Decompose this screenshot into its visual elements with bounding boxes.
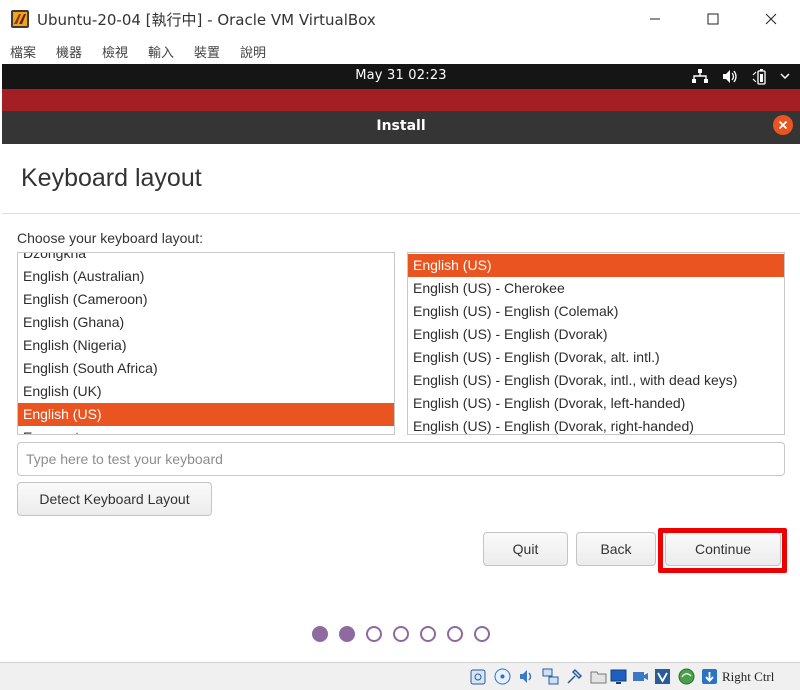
maximize-button[interactable]: [690, 0, 736, 38]
menu-help[interactable]: 說明: [240, 42, 266, 61]
host-key-label: Right Ctrl: [722, 669, 775, 684]
progress-dot: [447, 626, 463, 642]
host-key-arrow-icon[interactable]: [700, 667, 719, 686]
shared-folder-icon[interactable]: [589, 667, 608, 686]
close-icon: [778, 120, 788, 130]
variant-list-item[interactable]: English (US) - Cherokee: [408, 277, 784, 300]
close-icon: [765, 13, 777, 25]
layout-list-item[interactable]: Esperanto: [18, 426, 394, 434]
minimize-icon: [650, 18, 660, 20]
menu-file[interactable]: 檔案: [10, 42, 36, 61]
layout-list-item[interactable]: English (Nigeria): [18, 334, 394, 357]
chevron-down-icon[interactable]: [780, 72, 790, 80]
progress-dot: [420, 626, 436, 642]
virtualbox-app-icon: [11, 10, 29, 28]
variant-list[interactable]: English (US) English (US) - Cherokee Engli…: [407, 252, 785, 435]
layout-list-item[interactable]: English (Cameroon): [18, 288, 394, 311]
layout-list-item[interactable]: Dzongkha: [18, 253, 394, 265]
layout-list-item[interactable]: English (UK): [18, 380, 394, 403]
hard-disk-icon[interactable]: [469, 667, 488, 686]
menubar: 檔案 機器 檢視 輸入 裝置 說明: [0, 38, 800, 64]
maximize-icon: [707, 13, 719, 25]
menu-view[interactable]: 檢視: [102, 42, 128, 61]
audio-icon[interactable]: [517, 667, 536, 686]
progress-dot: [366, 626, 382, 642]
progress-indicator: [312, 626, 490, 642]
divider: [2, 213, 800, 214]
menu-devices[interactable]: 裝置: [194, 42, 220, 61]
progress-dot: [339, 626, 355, 642]
menu-machine[interactable]: 機器: [56, 42, 82, 61]
variant-list-item[interactable]: English (US) - English (Colemak): [408, 300, 784, 323]
progress-dot: [474, 626, 490, 642]
window-titlebar: Ubuntu-20-04 [執行中] - Oracle VM VirtualBo…: [0, 0, 800, 38]
keyboard-test-input[interactable]: [17, 442, 785, 476]
layout-list-item[interactable]: English (South Africa): [18, 357, 394, 380]
layout-prompt: Choose your keyboard layout:: [17, 230, 203, 246]
vm-statusbar: Right Ctrl: [0, 662, 800, 690]
variant-list-item[interactable]: English (US) - English (Dvorak, intl., w…: [408, 369, 784, 392]
usb-icon[interactable]: [565, 667, 584, 686]
quit-button[interactable]: Quit: [483, 532, 568, 566]
variant-list-item[interactable]: English (US) - English (Dvorak, left-han…: [408, 392, 784, 415]
variant-list-item[interactable]: English (US) - English (Dvorak, right-ha…: [408, 415, 784, 434]
minimize-button[interactable]: [632, 0, 678, 38]
battery-icon[interactable]: [752, 69, 770, 85]
guest-topbar: May 31 02:23: [2, 64, 800, 89]
layout-list-item[interactable]: English (Australian): [18, 265, 394, 288]
layout-list-item[interactable]: English (Ghana): [18, 311, 394, 334]
variant-list-item[interactable]: English (US) - English (Dvorak): [408, 323, 784, 346]
variant-list-item[interactable]: English (US) - English (Dvorak, alt. int…: [408, 346, 784, 369]
variant-list-item[interactable]: English (US): [408, 254, 784, 277]
video-capture-icon[interactable]: [631, 667, 650, 686]
network-icon[interactable]: [692, 69, 708, 84]
progress-dot: [393, 626, 409, 642]
guest-additions-icon[interactable]: [677, 667, 696, 686]
display-icon[interactable]: [609, 667, 628, 686]
network-adapter-icon[interactable]: [541, 667, 560, 686]
volume-icon[interactable]: [722, 69, 738, 84]
installer-close-button[interactable]: [773, 115, 793, 135]
continue-highlight-box: [658, 528, 787, 573]
desktop-wallpaper: [2, 89, 800, 111]
window-title: Ubuntu-20-04 [執行中] - Oracle VM VirtualBo…: [37, 11, 376, 29]
back-button[interactable]: Back: [576, 532, 656, 566]
installer-header: Install: [2, 111, 800, 144]
layout-list-item[interactable]: English (US): [18, 403, 394, 426]
progress-dot: [312, 626, 328, 642]
optical-disc-icon[interactable]: [493, 667, 512, 686]
dialog-title: Install: [376, 118, 426, 134]
virtualization-icon[interactable]: [653, 667, 672, 686]
detect-layout-button[interactable]: Detect Keyboard Layout: [17, 482, 212, 516]
clock[interactable]: May 31 02:23: [2, 68, 800, 83]
layout-list[interactable]: Dzongkha English (Australian) English (Cam…: [17, 252, 395, 435]
page-title: Keyboard layout: [21, 164, 202, 192]
close-window-button[interactable]: [748, 0, 794, 38]
menu-input[interactable]: 輸入: [148, 42, 174, 61]
